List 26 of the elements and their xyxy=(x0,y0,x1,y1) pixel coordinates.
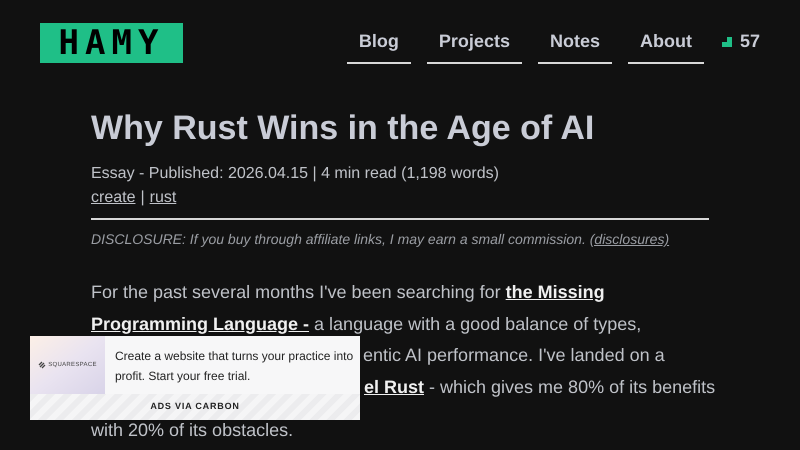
article-meta: Essay - Published: 2026.04.15 | 4 min read (1,198 words) xyxy=(91,164,500,184)
paragraph-line: Programming Language - a language with a good balance of types, xyxy=(91,312,642,336)
nav-link[interactable]: Projects xyxy=(426,22,522,64)
ads-via-carbon-link[interactable]: ADS VIA CARBON xyxy=(150,400,240,414)
article-link[interactable]: the Missing xyxy=(506,282,605,302)
paragraph-line: For the past several months I've been searching for the Missing xyxy=(91,281,605,304)
tag-link[interactable]: create xyxy=(91,186,136,210)
ad-text[interactable]: Create a website that turns your practice into profit. Start your free trial. xyxy=(105,336,360,394)
nav-link[interactable]: Notes xyxy=(538,22,612,64)
nav-link[interactable]: About xyxy=(628,22,704,64)
paragraph-line: entic AI performance. I've landed on a xyxy=(363,344,665,367)
paragraph-line: with 20% of its obstacles. xyxy=(91,419,294,442)
logo[interactable]: HAMY xyxy=(40,23,183,63)
brand-logo-icon xyxy=(38,361,46,369)
disclosures-link[interactable]: (disclosures) xyxy=(590,231,670,247)
paragraph-line: el Rust - which gives me 80% of its benefits xyxy=(364,376,716,399)
steps-icon xyxy=(722,36,732,46)
article-link[interactable]: Programming Language - xyxy=(91,314,310,334)
separator: | xyxy=(140,188,145,208)
tag-link[interactable]: rust xyxy=(150,186,176,210)
disclosure-text: DISCLOSURE: If you buy through affiliate links, I may earn a small commission. (disclosures) xyxy=(91,230,670,249)
star-count: 57 xyxy=(740,30,760,53)
article-title: Why Rust Wins in the Age of AI xyxy=(91,108,596,149)
article-link[interactable]: el Rust xyxy=(364,376,424,396)
star-count-link[interactable]: 57 xyxy=(722,28,760,58)
nav-link[interactable]: Blog xyxy=(346,22,411,64)
